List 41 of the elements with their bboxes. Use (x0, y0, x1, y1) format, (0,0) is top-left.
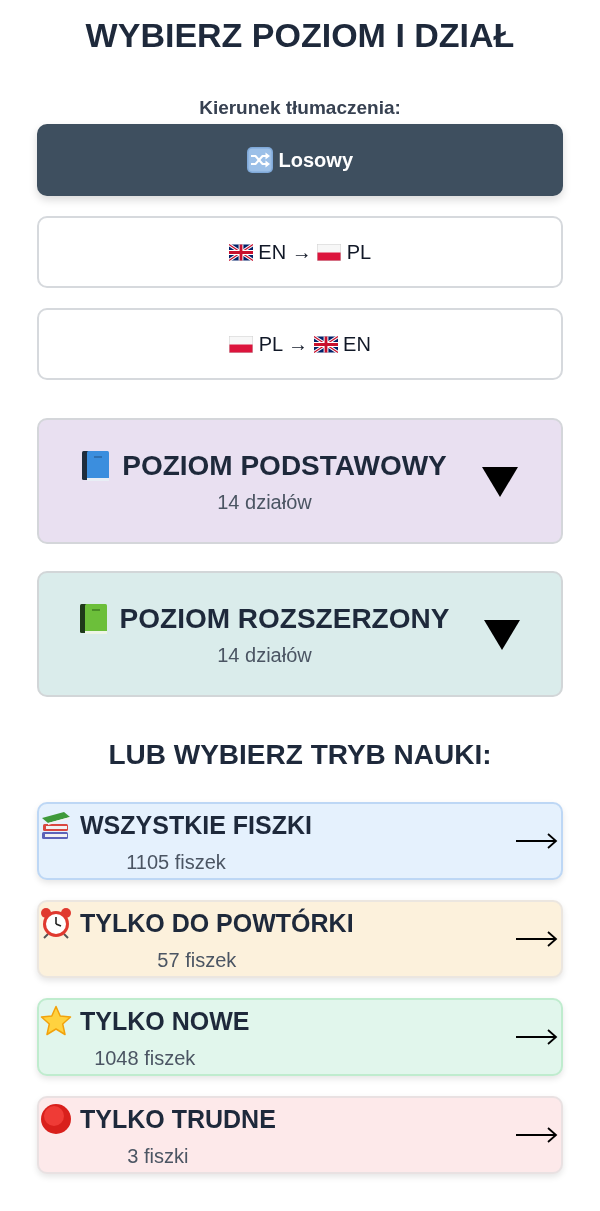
mode-title: TYLKO DO POWTÓRKI (80, 908, 354, 938)
level-card[interactable]: POZIOM ROZSZERZONY 14 działów (37, 571, 563, 697)
arrow-right-icon (516, 1028, 558, 1046)
flashcard-count: 1105 fiszek (126, 850, 226, 874)
arrow-right-icon (516, 930, 558, 948)
level-title: POZIOM PODSTAWOWY (122, 448, 447, 483)
arrow-right-icon (516, 832, 558, 850)
direction-button[interactable]: PL → EN (37, 308, 563, 380)
triangle-down-icon (484, 620, 521, 650)
section-count: 14 działów (217, 489, 312, 514)
book-icon (79, 602, 108, 635)
section-heading: LUB WYBIERZ TRYB NAUKI: (107, 738, 493, 772)
direction-button[interactable]: EN → PL (37, 216, 563, 288)
triangle-down-icon (481, 467, 518, 497)
study-mode-card[interactable]: WSZYSTKIE FISZKI 1105 fiszek (37, 802, 563, 880)
flashcard-count: 57 fiszek (157, 948, 237, 972)
shuffle-icon (247, 147, 273, 173)
mode-title: WSZYSTKIE FISZKI (80, 810, 312, 840)
circle-icon (40, 1103, 72, 1135)
alarm-clock-icon (40, 907, 72, 939)
flashcard-count: 1048 fiszek (94, 1046, 196, 1070)
book-icon (82, 449, 111, 482)
section-count: 14 działów (217, 642, 312, 667)
direction-label: Kierunek tłumaczenia: (198, 96, 402, 120)
book-stack-icon (40, 809, 72, 841)
uk-flag-icon (228, 244, 253, 261)
poland-flag-icon (317, 244, 342, 261)
level-card[interactable]: POZIOM PODSTAWOWY 14 działów (37, 418, 563, 544)
study-mode-card[interactable]: TYLKO DO POWTÓRKI 57 fiszek (37, 900, 563, 978)
level-title: POZIOM ROZSZERZONY (119, 601, 450, 636)
study-mode-card[interactable]: TYLKO TRUDNE 3 fiszki (37, 1096, 563, 1174)
direction-button[interactable]: Losowy (37, 124, 563, 196)
mode-title: TYLKO TRUDNE (80, 1104, 276, 1134)
star-icon (40, 1005, 72, 1037)
study-mode-card[interactable]: TYLKO NOWE 1048 fiszek (37, 998, 563, 1076)
flashcard-count: 3 fiszki (127, 1144, 189, 1168)
poland-flag-icon (229, 336, 254, 353)
arrow-right-icon (516, 1126, 558, 1144)
uk-flag-icon (313, 336, 338, 353)
page-title: WYBIERZ POZIOM I DZIAŁ (84, 15, 516, 56)
mode-title: TYLKO NOWE (80, 1006, 250, 1036)
